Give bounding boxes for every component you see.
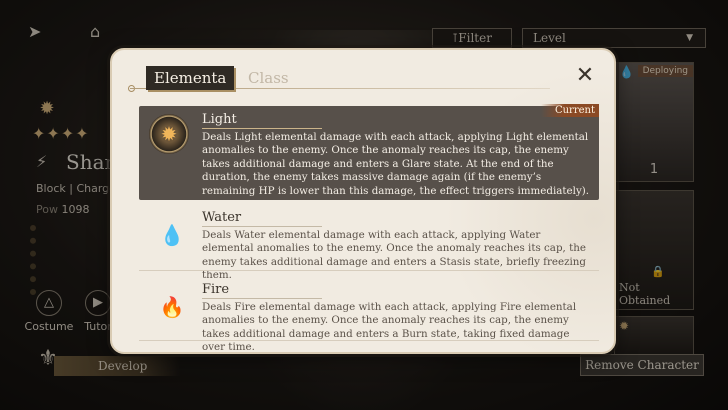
element-item-light[interactable]: Current ✹ Light Deals Light elemental da…	[139, 104, 599, 200]
close-icon[interactable]: ✕	[574, 65, 596, 88]
element-item-fire[interactable]: 🔥 Fire Deals Fire elemental damage with …	[139, 276, 599, 352]
fire-flame-icon: 🔥	[159, 295, 185, 319]
element-name: Water	[202, 210, 242, 225]
divider	[139, 270, 599, 271]
water-drop-icon: 💧	[159, 223, 185, 247]
light-sun-icon: ✹	[149, 114, 189, 154]
element-name: Light	[202, 112, 237, 127]
tab-elementa[interactable]: Elementa	[146, 66, 235, 90]
current-badge: Current	[540, 104, 599, 117]
tab-class[interactable]: Class	[248, 66, 289, 90]
element-name-underline	[202, 226, 322, 227]
element-name-underline	[202, 128, 322, 129]
element-name-underline	[202, 298, 322, 299]
divider	[139, 340, 599, 341]
element-item-water[interactable]: 💧 Water Deals Water elemental damage wit…	[139, 204, 599, 281]
element-name: Fire	[202, 282, 230, 297]
element-description: Deals Light elemental damage with each a…	[202, 131, 590, 197]
element-description: Deals Water elemental damage with each a…	[202, 229, 587, 282]
element-description: Deals Fire elemental damage with each at…	[202, 301, 577, 354]
modal-tabs: Elementa Class	[128, 64, 590, 92]
element-info-modal: Elementa Class ✕ Current ✹ Light Deals L…	[110, 48, 616, 354]
